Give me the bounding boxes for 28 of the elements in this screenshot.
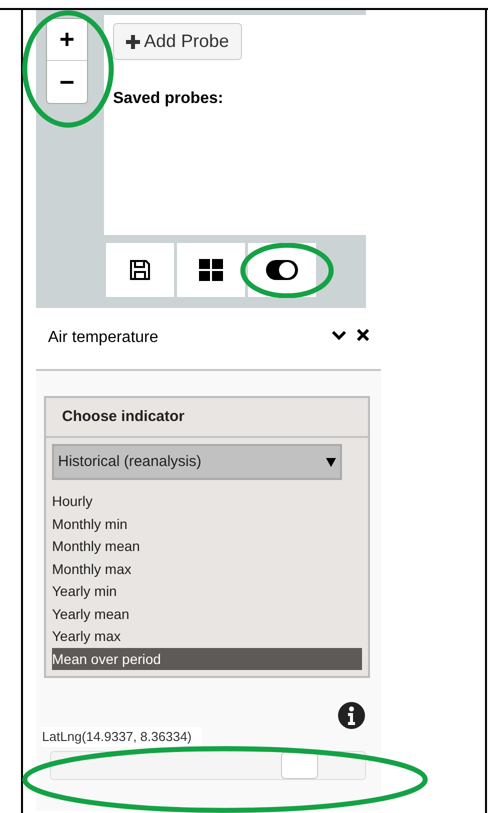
indicator-option[interactable]: Yearly mean: [52, 602, 362, 625]
grid-button[interactable]: [177, 243, 245, 297]
close-icon: [357, 329, 369, 341]
save-button[interactable]: [106, 243, 174, 297]
panel-title: Air temperature: [48, 328, 160, 348]
grid-icon: [199, 259, 223, 281]
saved-probes-label: Saved probes:: [113, 89, 224, 109]
plus-icon: [126, 34, 140, 48]
indicator-heading: Choose indicator: [62, 406, 185, 427]
indicator-option[interactable]: Yearly min: [52, 580, 362, 602]
dropdown-arrow-icon: [326, 457, 336, 467]
info-icon: [338, 702, 365, 729]
zoom-out-button[interactable]: −: [47, 61, 87, 103]
collapse-button[interactable]: [331, 330, 347, 340]
indicator-dropdown[interactable]: Historical (reanalysis): [52, 444, 342, 480]
chevron-down-icon: [331, 330, 347, 340]
indicator-option[interactable]: Hourly: [52, 490, 362, 512]
add-probe-button[interactable]: Add Probe: [113, 23, 242, 60]
indicator-option[interactable]: Mean over period: [52, 648, 362, 670]
indicator-option[interactable]: Monthly min: [52, 512, 362, 535]
coordinates-label: LatLng(14.9337, 8.36334): [42, 727, 202, 746]
indicator-option[interactable]: Monthly mean: [52, 535, 362, 558]
indicator-option[interactable]: Yearly max: [52, 625, 362, 648]
slider-thumb[interactable]: [281, 752, 318, 778]
close-button[interactable]: [357, 329, 369, 341]
zoom-in-button[interactable]: +: [47, 19, 87, 61]
toggle-icon: [265, 259, 299, 281]
indicator-option[interactable]: Monthly max: [52, 558, 362, 580]
